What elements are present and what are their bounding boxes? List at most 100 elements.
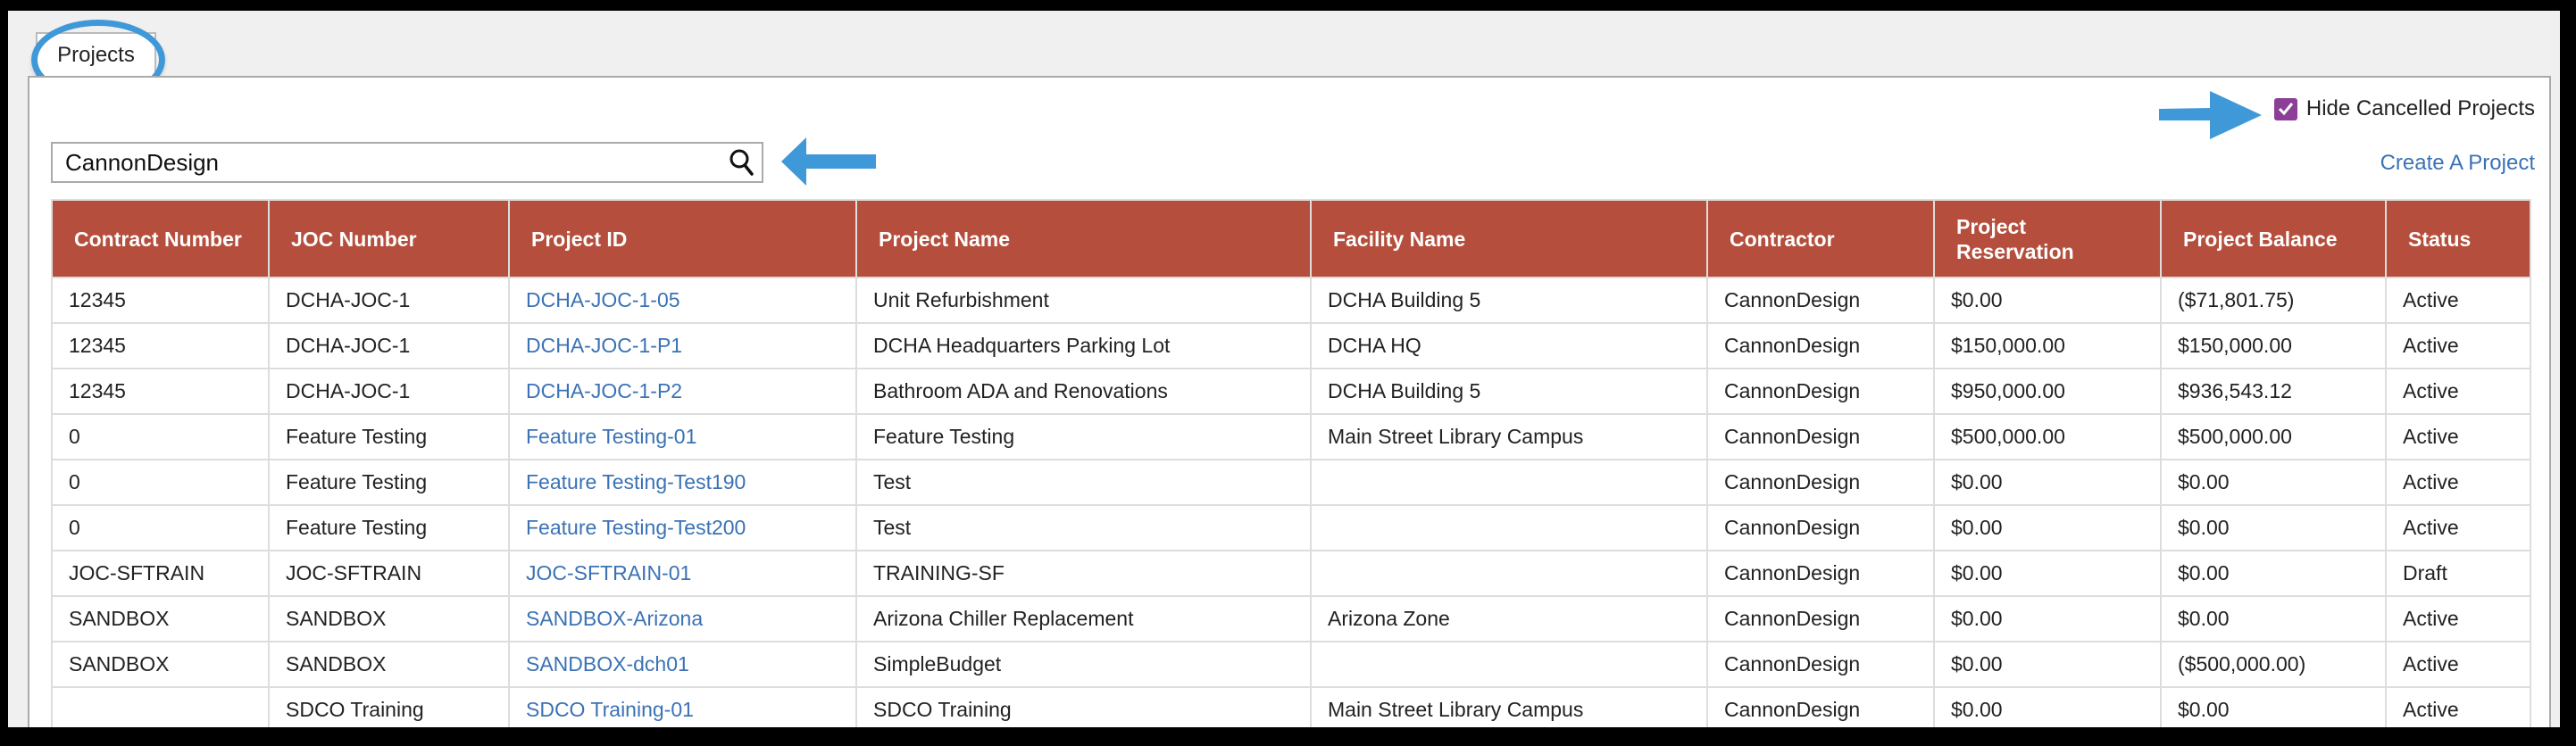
- table-cell: Feature Testing-Test200: [508, 504, 857, 551]
- table-cell: CannonDesign: [1706, 550, 1935, 597]
- project-id-link[interactable]: SANDBOX-dch01: [526, 652, 689, 676]
- table-cell: ($500,000.00): [2160, 641, 2387, 688]
- table-cell: Arizona Zone: [1310, 595, 1708, 642]
- column-header[interactable]: Project Balance: [2160, 199, 2387, 278]
- column-header[interactable]: Contractor: [1706, 199, 1935, 278]
- projects-panel: Hide Cancelled Projects Create A Project…: [28, 76, 2551, 727]
- table-cell: 12345: [51, 368, 270, 415]
- annotation-arrow-right-icon: [2159, 91, 2262, 139]
- hide-cancelled-checkbox[interactable]: Hide Cancelled Projects: [2273, 96, 2535, 121]
- table-cell: DCHA-JOC-1-P2: [508, 368, 857, 415]
- table-cell: Active: [2385, 504, 2531, 551]
- table-row[interactable]: SANDBOX SANDBOX SANDBOX-dch01 SimpleBudget C…: [51, 641, 2531, 688]
- table-cell: DCHA-JOC-1-05: [508, 277, 857, 324]
- table-cell: CannonDesign: [1706, 322, 1935, 369]
- table-cell: CannonDesign: [1706, 686, 1935, 727]
- table-cell: Active: [2385, 595, 2531, 642]
- table-cell: $0.00: [2160, 504, 2387, 551]
- table-cell: Active: [2385, 368, 2531, 415]
- table-cell: [1310, 504, 1708, 551]
- column-header[interactable]: Project ID: [508, 199, 857, 278]
- table-row[interactable]: 12345 DCHA-JOC-1 DCHA-JOC-1-P2 Bathroom ADA…: [51, 368, 2531, 415]
- table-cell: Feature Testing: [268, 459, 510, 506]
- table-cell: $150,000.00: [2160, 322, 2387, 369]
- table-cell: $0.00: [1933, 277, 2162, 324]
- column-header[interactable]: Project Name: [855, 199, 1312, 278]
- window-frame: Projects Hide Cancelled Projects Create …: [0, 0, 2576, 746]
- table-row[interactable]: 12345 DCHA-JOC-1 DCHA-JOC-1-05 Unit Refurbi…: [51, 277, 2531, 324]
- table-cell: DCHA Headquarters Parking Lot: [855, 322, 1312, 369]
- table-cell: Test: [855, 504, 1312, 551]
- column-header[interactable]: Status: [2385, 199, 2531, 278]
- table-cell: Feature Testing-01: [508, 413, 857, 460]
- project-id-link[interactable]: SDCO Training-01: [526, 698, 694, 721]
- project-id-link[interactable]: Feature Testing-Test200: [526, 516, 746, 539]
- tab-projects[interactable]: Projects: [36, 32, 156, 77]
- table-cell: SDCO Training: [855, 686, 1312, 727]
- table-cell: $0.00: [1933, 459, 2162, 506]
- project-id-link[interactable]: JOC-SFTRAIN-01: [526, 561, 691, 584]
- column-header[interactable]: Contract Number: [51, 199, 270, 278]
- project-id-link[interactable]: DCHA-JOC-1-P2: [526, 379, 682, 402]
- table-cell: DCHA HQ: [1310, 322, 1708, 369]
- table-cell: $150,000.00: [1933, 322, 2162, 369]
- table-cell: SDCO Training: [268, 686, 510, 727]
- table-cell: SDCO Training-01: [508, 686, 857, 727]
- table-cell: $0.00: [1933, 595, 2162, 642]
- table-cell: TRAINING-SF: [855, 550, 1312, 597]
- table-cell: Arizona Chiller Replacement: [855, 595, 1312, 642]
- search-box: [51, 142, 763, 183]
- table-cell: DCHA-JOC-1: [268, 322, 510, 369]
- table-row[interactable]: 0 Feature Testing Feature Testing-01 Featur…: [51, 413, 2531, 460]
- table-cell: Main Street Library Campus: [1310, 686, 1708, 727]
- project-id-link[interactable]: Feature Testing-Test190: [526, 470, 746, 493]
- create-project-link[interactable]: Create A Project: [2380, 151, 2535, 176]
- table-cell: DCHA Building 5: [1310, 277, 1708, 324]
- project-id-link[interactable]: SANDBOX-Arizona: [526, 607, 703, 630]
- table-cell: SANDBOX: [268, 641, 510, 688]
- table-cell: Bathroom ADA and Renovations: [855, 368, 1312, 415]
- table-cell: $0.00: [2160, 550, 2387, 597]
- project-id-link[interactable]: DCHA-JOC-1-05: [526, 288, 680, 311]
- table-cell: [1310, 550, 1708, 597]
- search-input[interactable]: [53, 148, 722, 177]
- table-cell: $500,000.00: [2160, 413, 2387, 460]
- table-cell: $0.00: [2160, 595, 2387, 642]
- table-cell: SANDBOX: [51, 641, 270, 688]
- table-row[interactable]: SDCO Training SDCO Training-01 SDCO Traini…: [51, 686, 2531, 727]
- table-cell: Feature Testing: [268, 413, 510, 460]
- column-header[interactable]: JOC Number: [268, 199, 510, 278]
- table-cell: JOC-SFTRAIN: [51, 550, 270, 597]
- column-header[interactable]: Facility Name: [1310, 199, 1708, 278]
- table-cell: SANDBOX: [51, 595, 270, 642]
- table-cell: $950,000.00: [1933, 368, 2162, 415]
- table-row[interactable]: JOC-SFTRAIN JOC-SFTRAIN JOC-SFTRAIN-01 TRAI…: [51, 550, 2531, 597]
- table-cell: Active: [2385, 459, 2531, 506]
- projects-table: Contract Number JOC Number Project ID Proje…: [51, 199, 2531, 727]
- table-cell: Active: [2385, 641, 2531, 688]
- table-cell: SANDBOX: [268, 595, 510, 642]
- table-cell: SANDBOX-Arizona: [508, 595, 857, 642]
- table-cell: ($71,801.75): [2160, 277, 2387, 324]
- project-id-link[interactable]: Feature Testing-01: [526, 425, 696, 448]
- hide-cancelled-label: Hide Cancelled Projects: [2305, 96, 2535, 120]
- annotation-arrow-left-icon: [781, 137, 876, 186]
- table-row[interactable]: 0 Feature Testing Feature Testing-Test200 T…: [51, 504, 2531, 551]
- table-cell: CannonDesign: [1706, 277, 1935, 324]
- table-row[interactable]: 0 Feature Testing Feature Testing-Test190 T…: [51, 459, 2531, 506]
- table-cell: SimpleBudget: [855, 641, 1312, 688]
- project-id-link[interactable]: DCHA-JOC-1-P1: [526, 334, 682, 357]
- table-cell: Active: [2385, 277, 2531, 324]
- table-cell: Active: [2385, 322, 2531, 369]
- checkbox-checked-icon[interactable]: [2273, 97, 2297, 120]
- column-header[interactable]: Project Reservation: [1933, 199, 2162, 278]
- search-icon[interactable]: [722, 144, 762, 181]
- table-row[interactable]: 12345 DCHA-JOC-1 DCHA-JOC-1-P1 DCHA Headqua…: [51, 322, 2531, 369]
- table-cell: Feature Testing: [268, 504, 510, 551]
- tab-label: Projects: [57, 43, 135, 67]
- table-cell: Feature Testing-Test190: [508, 459, 857, 506]
- table-cell: Active: [2385, 686, 2531, 727]
- table-cell: $0.00: [1933, 686, 2162, 727]
- table-row[interactable]: SANDBOX SANDBOX SANDBOX-Arizona Arizona Chi…: [51, 595, 2531, 642]
- table-cell: [51, 686, 270, 727]
